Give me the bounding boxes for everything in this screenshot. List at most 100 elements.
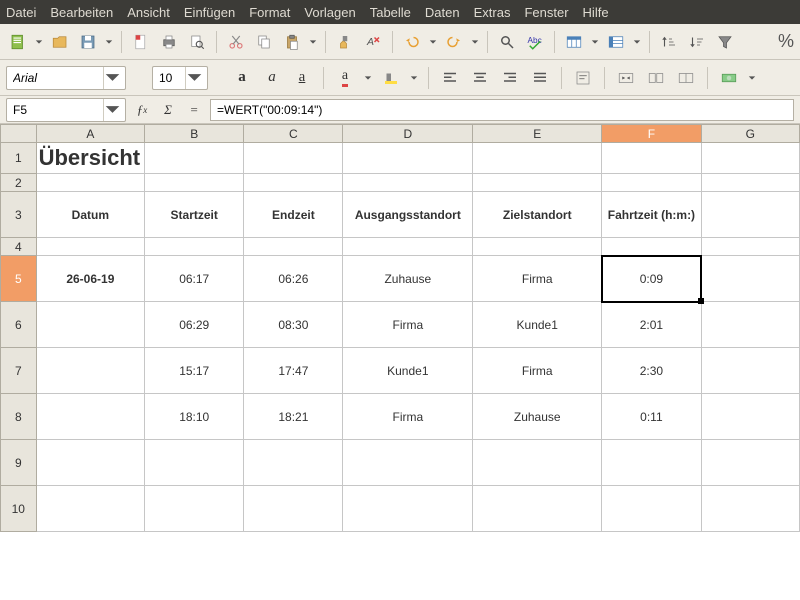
cell[interactable]: Fahrtzeit (h:m:)	[602, 192, 701, 238]
cell[interactable]: Firma	[473, 348, 602, 394]
cell[interactable]	[701, 348, 799, 394]
font-name-combo[interactable]	[6, 66, 126, 90]
print-button[interactable]	[157, 30, 181, 54]
menu-item[interactable]: Datei	[6, 5, 36, 20]
cell[interactable]	[701, 302, 799, 348]
cell[interactable]	[244, 238, 343, 256]
menu-item[interactable]: Vorlagen	[304, 5, 355, 20]
row-header[interactable]: 10	[1, 486, 37, 532]
cell[interactable]: 2:30	[602, 348, 701, 394]
menu-item[interactable]: Ansicht	[127, 5, 170, 20]
align-left-button[interactable]	[438, 66, 462, 90]
bold-button[interactable]: a	[230, 66, 254, 90]
cell[interactable]	[701, 394, 799, 440]
cell[interactable]	[602, 238, 701, 256]
cell[interactable]: Zuhause	[343, 256, 473, 302]
split-cells-button[interactable]	[644, 66, 668, 90]
redo-dropdown[interactable]	[470, 38, 480, 46]
spellcheck-button[interactable]: Abc	[523, 30, 547, 54]
undo-dropdown[interactable]	[428, 38, 438, 46]
formula-input[interactable]	[210, 99, 794, 121]
cell[interactable]: Zuhause	[473, 394, 602, 440]
cell[interactable]	[244, 174, 343, 192]
column-header[interactable]: E	[473, 125, 602, 143]
cell[interactable]: 17:47	[244, 348, 343, 394]
print-preview-button[interactable]	[185, 30, 209, 54]
copy-button[interactable]	[252, 30, 276, 54]
cell[interactable]	[701, 486, 799, 532]
name-box[interactable]	[6, 98, 126, 122]
paste-dropdown[interactable]	[308, 38, 318, 46]
find-button[interactable]	[495, 30, 519, 54]
highlight-dropdown[interactable]	[409, 74, 419, 82]
cell[interactable]	[36, 238, 144, 256]
cell[interactable]: 15:17	[145, 348, 244, 394]
cell[interactable]: Kunde1	[343, 348, 473, 394]
merge-cells-button[interactable]	[614, 66, 638, 90]
cell[interactable]	[244, 440, 343, 486]
export-pdf-button[interactable]	[129, 30, 153, 54]
equals-button[interactable]: =	[184, 100, 204, 120]
row-header[interactable]: 2	[1, 174, 37, 192]
underline-button[interactable]: a	[290, 66, 314, 90]
cell[interactable]: 06:17	[145, 256, 244, 302]
cell[interactable]	[244, 486, 343, 532]
row-header[interactable]: 6	[1, 302, 37, 348]
cell[interactable]: 08:30	[244, 302, 343, 348]
menu-item[interactable]: Bearbeiten	[50, 5, 113, 20]
cell[interactable]: Kunde1	[473, 302, 602, 348]
cell[interactable]	[701, 238, 799, 256]
cell[interactable]	[36, 486, 144, 532]
align-justify-button[interactable]	[528, 66, 552, 90]
cell[interactable]	[36, 174, 144, 192]
save-button[interactable]	[76, 30, 100, 54]
cell[interactable]: 0:09	[602, 256, 701, 302]
cell[interactable]	[701, 143, 799, 174]
cell[interactable]	[473, 486, 602, 532]
corner-cell[interactable]	[1, 125, 37, 143]
menu-item[interactable]: Hilfe	[583, 5, 609, 20]
menu-item[interactable]: Tabelle	[370, 5, 411, 20]
column-header[interactable]: B	[145, 125, 244, 143]
cell[interactable]: 2:01	[602, 302, 701, 348]
cell[interactable]	[701, 256, 799, 302]
unmerge-button[interactable]	[674, 66, 698, 90]
cell[interactable]	[343, 440, 473, 486]
menu-item[interactable]: Einfügen	[184, 5, 235, 20]
cell[interactable]: Ausgangsstandort	[343, 192, 473, 238]
font-color-button[interactable]: a	[333, 66, 357, 90]
cell[interactable]: Firma	[473, 256, 602, 302]
menu-item[interactable]: Format	[249, 5, 290, 20]
cell[interactable]: Endzeit	[244, 192, 343, 238]
cell[interactable]	[701, 192, 799, 238]
function-wizard-button[interactable]: ƒx	[132, 100, 152, 120]
row-header[interactable]: 9	[1, 440, 37, 486]
cell[interactable]: Übersicht	[36, 143, 144, 174]
currency-button[interactable]	[717, 66, 741, 90]
cell[interactable]	[602, 440, 701, 486]
col-dropdown[interactable]	[632, 38, 642, 46]
chevron-down-icon[interactable]	[103, 67, 121, 89]
cell[interactable]: Datum	[36, 192, 144, 238]
wrap-text-button[interactable]	[571, 66, 595, 90]
row-button[interactable]	[562, 30, 586, 54]
row-header[interactable]: 1	[1, 143, 37, 174]
cell[interactable]: Firma	[343, 394, 473, 440]
new-doc-dropdown[interactable]	[34, 38, 44, 46]
italic-button[interactable]: a	[260, 66, 284, 90]
sort-desc-button[interactable]	[685, 30, 709, 54]
cell[interactable]	[701, 440, 799, 486]
cut-button[interactable]	[224, 30, 248, 54]
row-header[interactable]: 5	[1, 256, 37, 302]
cell[interactable]: 06:26	[244, 256, 343, 302]
sort-asc-button[interactable]	[657, 30, 681, 54]
cell[interactable]	[145, 440, 244, 486]
spreadsheet-grid[interactable]: ABCDEFG1Übersicht23DatumStartzeitEndzeit…	[0, 124, 800, 600]
cell[interactable]	[244, 143, 343, 174]
cell[interactable]	[473, 238, 602, 256]
save-dropdown[interactable]	[104, 38, 114, 46]
column-header[interactable]: F	[602, 125, 701, 143]
cell[interactable]	[145, 143, 244, 174]
cell[interactable]	[36, 440, 144, 486]
row-header[interactable]: 8	[1, 394, 37, 440]
